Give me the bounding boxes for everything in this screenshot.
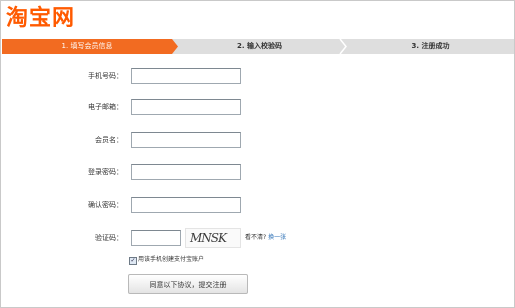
captcha-refresh-link[interactable]: 换一张: [268, 234, 286, 241]
captcha-image[interactable]: MNSK: [185, 228, 241, 248]
password-input[interactable]: [131, 164, 241, 180]
email-label: 电子邮箱：: [88, 103, 123, 111]
captcha-hint: 看不清? 换一张: [245, 232, 286, 244]
progress-steps: 1. 填写会员信息 2. 输入校验码 3. 注册成功: [2, 39, 514, 54]
confirm-password-label: 确认密码：: [88, 201, 123, 209]
captcha-hint-text: 看不清?: [245, 234, 267, 241]
username-row: 会员名：: [1, 132, 515, 148]
phone-row: 手机号码：: [1, 68, 515, 84]
step-2-label: 2. 输入校验码: [237, 42, 282, 50]
email-row: 电子邮箱：: [1, 99, 515, 115]
captcha-input[interactable]: [131, 230, 181, 246]
captcha-label: 验证码：: [95, 234, 123, 242]
phone-label: 手机号码：: [88, 72, 123, 80]
captcha-row: 验证码： MNSK 看不清? 换一张: [1, 228, 515, 248]
create-alipay-label: 用该手机创建支付宝账户: [138, 256, 205, 263]
step-3-label: 3. 注册成功: [411, 42, 450, 50]
username-input[interactable]: [131, 132, 241, 148]
create-alipay-checkbox[interactable]: ✓: [129, 257, 137, 265]
confirm-password-input[interactable]: [131, 197, 241, 213]
email-input[interactable]: [131, 99, 241, 115]
submit-button[interactable]: 同意以下协议，提交注册: [128, 274, 248, 294]
registration-page: 淘宝网 1. 填写会员信息 2. 输入校验码 3. 注册成功 手机号码： 电子邮…: [0, 0, 515, 308]
password-label: 登录密码：: [88, 168, 123, 176]
step-1-label: 1. 填写会员信息: [61, 42, 113, 50]
password-row: 登录密码：: [1, 164, 515, 180]
captcha-image-text: MNSK: [190, 231, 227, 245]
taobao-logo: 淘宝网: [6, 6, 76, 31]
confirm-password-row: 确认密码：: [1, 197, 515, 213]
phone-input[interactable]: [131, 68, 241, 84]
username-label: 会员名：: [95, 136, 123, 144]
